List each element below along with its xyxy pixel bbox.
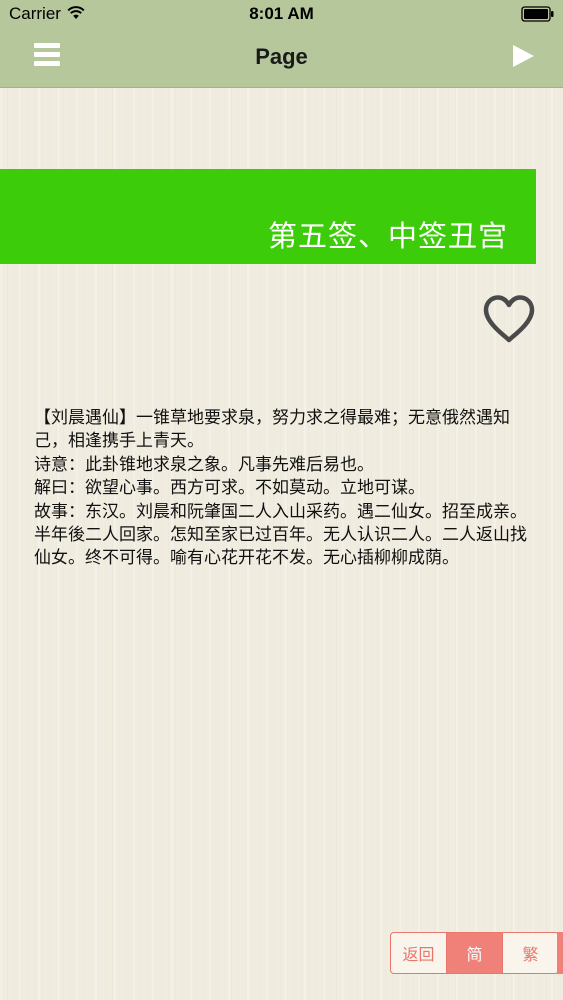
simplified-chinese-button[interactable]: 简: [446, 933, 502, 973]
edge-tab: [557, 932, 563, 974]
fortune-heading: 第五签、中签丑宫: [267, 219, 508, 253]
page-title: Page: [255, 44, 308, 69]
favorite-button[interactable]: [481, 293, 537, 345]
fortune-heading-band: 第五签、中签丑宫: [0, 169, 536, 264]
status-time: 8:01 AM: [249, 4, 314, 23]
play-triangle-icon: [513, 45, 534, 67]
battery-icon: [521, 6, 554, 22]
heart-outline-icon: [483, 295, 535, 343]
back-button[interactable]: 返回: [391, 933, 446, 973]
language-segmented-control: 返回 简 繁: [390, 932, 559, 974]
traditional-chinese-button[interactable]: 繁: [502, 933, 558, 973]
fortune-content: 【刘晨遇仙】一锥草地要求泉，努力求之得最难；无意俄然遇知己，相逢携手上青天。 诗…: [34, 408, 527, 569]
play-button[interactable]: [511, 44, 535, 68]
navigation-bar: Carrier 8:01 AM Page: [0, 0, 563, 88]
